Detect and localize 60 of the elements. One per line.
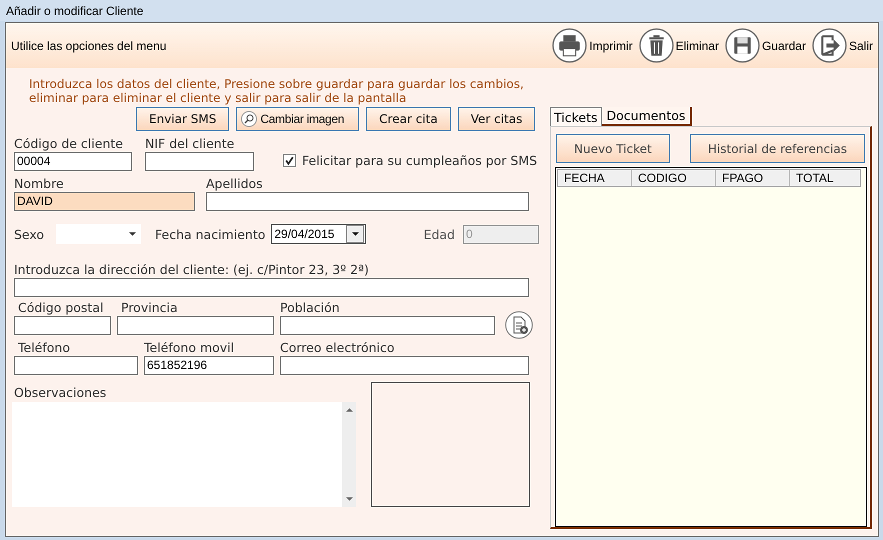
column-header[interactable]: FPAGO (716, 170, 790, 186)
input-field[interactable] (280, 356, 529, 375)
ticket-button[interactable]: Historial de referencias (690, 134, 865, 163)
toolbar-button[interactable]: Salir (812, 28, 873, 63)
input-field[interactable] (117, 316, 274, 335)
field-label: Población (280, 299, 341, 316)
scrollbar[interactable] (342, 402, 356, 507)
input-field[interactable] (14, 316, 111, 335)
scroll-down-icon[interactable] (346, 497, 352, 501)
exit-icon (812, 28, 847, 63)
input-field[interactable] (280, 316, 495, 335)
input-field[interactable] (14, 278, 529, 297)
input-field[interactable]: DAVID (14, 192, 195, 211)
window-title: Añadir o modificar Cliente (6, 4, 144, 18)
field-label: Código de cliente (14, 135, 124, 152)
add-document-icon[interactable] (505, 311, 533, 339)
field-label: Sexo (14, 226, 46, 242)
field-label: Apellidos (206, 175, 264, 192)
search-icon (241, 111, 258, 127)
field-label: Nombre (14, 175, 65, 192)
checkmark-icon (284, 155, 295, 166)
column-header[interactable]: CODIGO (632, 170, 716, 186)
toolbar-button[interactable]: Imprimir (552, 28, 633, 63)
column-header[interactable]: FECHA (558, 170, 632, 186)
dropdown-arrow-icon (129, 232, 136, 236)
checkbox[interactable] (283, 154, 296, 167)
toolbar-hint: Utilice las opciones del menu (11, 38, 166, 52)
input-field[interactable] (145, 152, 254, 171)
tab[interactable]: Tickets (550, 107, 602, 126)
input-field[interactable] (206, 192, 529, 211)
field-label: Código postal (17, 299, 104, 316)
action-button[interactable]: Enviar SMS (136, 107, 230, 131)
dropdown-arrow-icon (352, 232, 359, 236)
toolbar-button[interactable]: Guardar (724, 28, 806, 63)
instructions-text: Introduzca los datos del cliente, Presione sobre guardar para guardar los cambios, eliminar para eliminar el cliente y salir para salir de la pantalla (29, 77, 525, 105)
input-field[interactable]: 651852196 (144, 356, 274, 375)
field-label: Correo electrónico (280, 339, 396, 356)
field-label: Observaciones (14, 384, 108, 401)
field-label: Edad (424, 226, 455, 242)
checkbox-label: Felicitar para su cumpleaños por SMS (302, 152, 538, 169)
input-field[interactable] (14, 356, 138, 375)
toolbar-button[interactable]: Eliminar (638, 28, 719, 63)
field-label: Teléfono movil (144, 339, 236, 356)
field-label: NIF del cliente (145, 135, 236, 152)
action-button[interactable]: Crear cita (366, 107, 451, 131)
date-picker[interactable]: 29/04/2015 (271, 224, 366, 244)
tab[interactable]: Documentos (602, 107, 692, 126)
scroll-up-icon[interactable] (346, 408, 352, 412)
column-header[interactable]: TOTAL (790, 170, 860, 186)
floppy-disk-icon (724, 28, 760, 63)
field-label: Introduzca la dirección del cliente: (ej. c/Pintor 23, 3º 2ª) (14, 261, 370, 278)
input-field[interactable]: 00004 (14, 152, 132, 171)
field-label: Fecha nacimiento (155, 226, 266, 242)
ticket-button[interactable]: Nuevo Ticket (556, 134, 670, 163)
field-label: Provincia (120, 299, 179, 316)
action-button[interactable]: Cambiar imagen (236, 107, 360, 131)
trash-icon (638, 28, 674, 63)
action-button[interactable]: Ver citas (458, 107, 536, 131)
printer-icon (552, 28, 588, 63)
field-label: Teléfono (17, 339, 71, 356)
